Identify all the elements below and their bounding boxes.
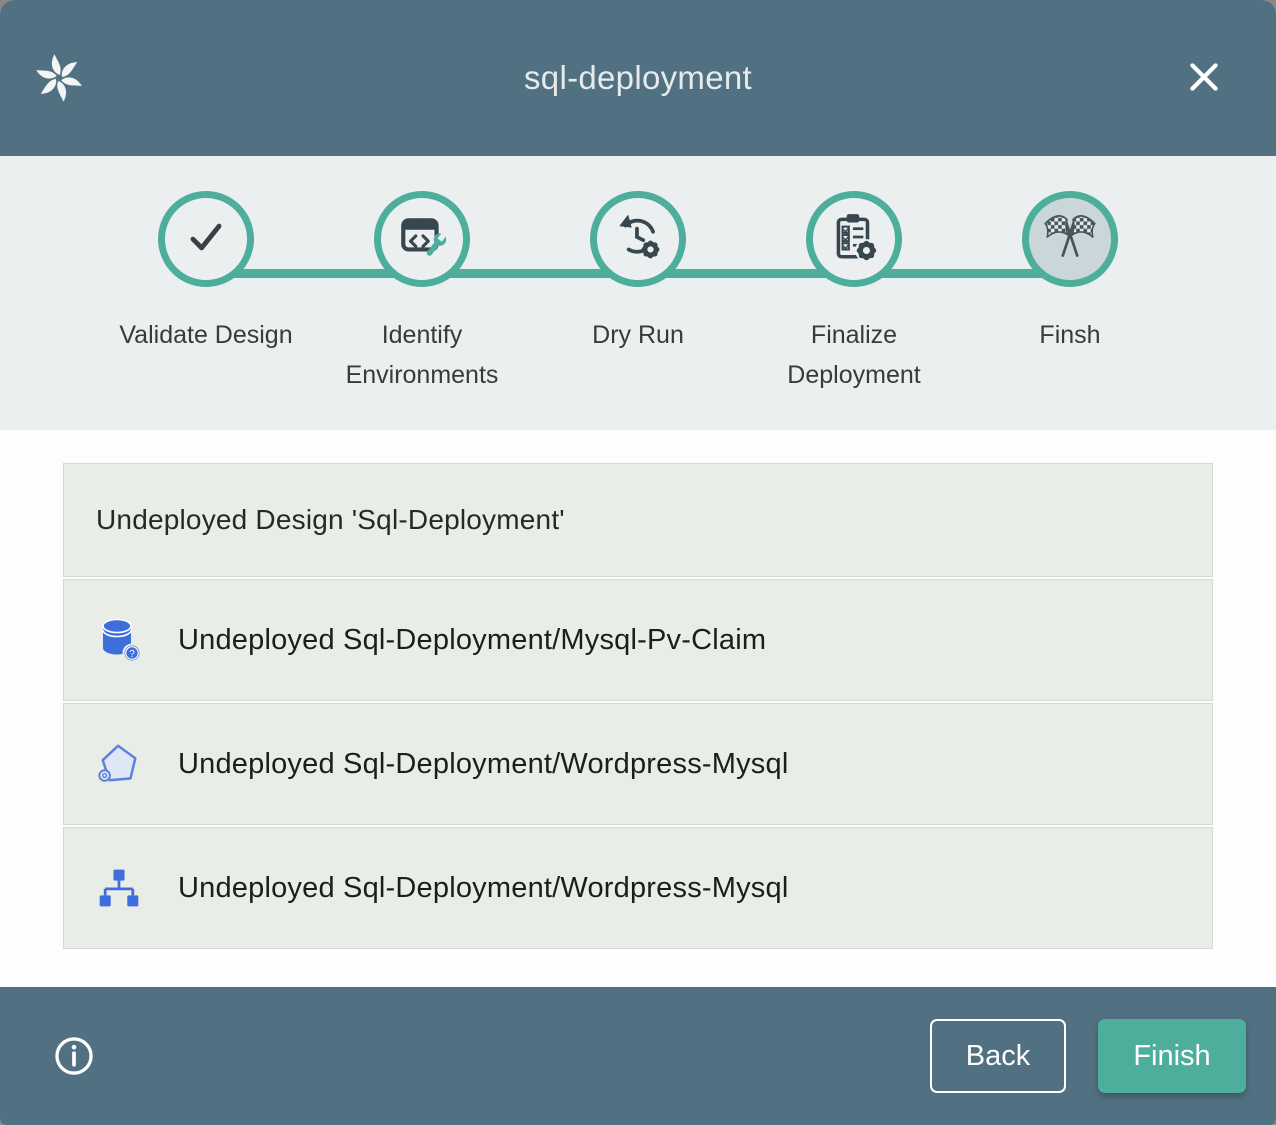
step-label: Identify Environments <box>335 315 510 395</box>
finish-button[interactable]: Finish <box>1098 1019 1246 1093</box>
step-label: Finalize Deployment <box>767 315 942 395</box>
dialog-title: sql-deployment <box>0 59 1276 97</box>
tree-hierarchy-icon <box>96 865 142 911</box>
close-icon[interactable] <box>1184 57 1224 97</box>
step-identify-environments: Identify Environments <box>314 191 530 395</box>
result-text: Undeployed Sql-Deployment/Wordpress-Mysq… <box>178 872 788 905</box>
dialog-header: sql-deployment <box>0 0 1276 156</box>
result-row-mysql-pv-claim: ? Undeployed Sql-Deployment/Mysql-Pv-Cla… <box>63 579 1213 701</box>
step-label: Finsh <box>1039 315 1100 355</box>
step-finalize-deployment: Finalize Deployment <box>746 191 962 395</box>
deployment-wizard-dialog: sql-deployment Validate Design <box>0 0 1276 1125</box>
step-circle <box>590 191 686 287</box>
result-row-wordpress-mysql-deployment: Undeployed Sql-Deployment/Wordpress-Mysq… <box>63 827 1213 949</box>
results-panel: Undeployed Design 'Sql-Deployment' ? Und… <box>63 463 1213 949</box>
result-text: Undeployed Sql-Deployment/Wordpress-Mysq… <box>178 748 788 781</box>
step-circle <box>374 191 470 287</box>
step-label: Validate Design <box>119 315 292 355</box>
code-window-wrench-icon <box>396 211 448 268</box>
step-finish: Finsh <box>962 191 1178 395</box>
results-area: Undeployed Design 'Sql-Deployment' ? Und… <box>0 430 1276 987</box>
database-icon: ? <box>96 617 142 663</box>
dialog-footer: Back Finish <box>0 987 1276 1125</box>
dry-run-sync-gear-icon <box>612 211 664 268</box>
result-text: Undeployed Sql-Deployment/Mysql-Pv-Claim <box>178 624 766 657</box>
step-dry-run: Dry Run <box>530 191 746 395</box>
step-circle <box>806 191 902 287</box>
step-validate-design: Validate Design <box>98 191 314 395</box>
back-button[interactable]: Back <box>930 1019 1066 1093</box>
check-icon <box>181 212 231 267</box>
result-row-wordpress-mysql-service: Undeployed Sql-Deployment/Wordpress-Mysq… <box>63 703 1213 825</box>
info-icon[interactable] <box>52 1034 96 1078</box>
result-text: Undeployed Design 'Sql-Deployment' <box>96 504 565 536</box>
checkered-flags-icon <box>1040 207 1100 272</box>
pentagon-icon <box>96 741 142 787</box>
svg-text:?: ? <box>129 649 135 660</box>
step-circle <box>158 191 254 287</box>
step-circle-active <box>1022 191 1118 287</box>
wizard-stepper: Validate Design <box>0 156 1276 430</box>
step-label: Dry Run <box>592 315 684 355</box>
result-row-design: Undeployed Design 'Sql-Deployment' <box>63 463 1213 577</box>
clipboard-checklist-gear-icon <box>827 210 881 269</box>
